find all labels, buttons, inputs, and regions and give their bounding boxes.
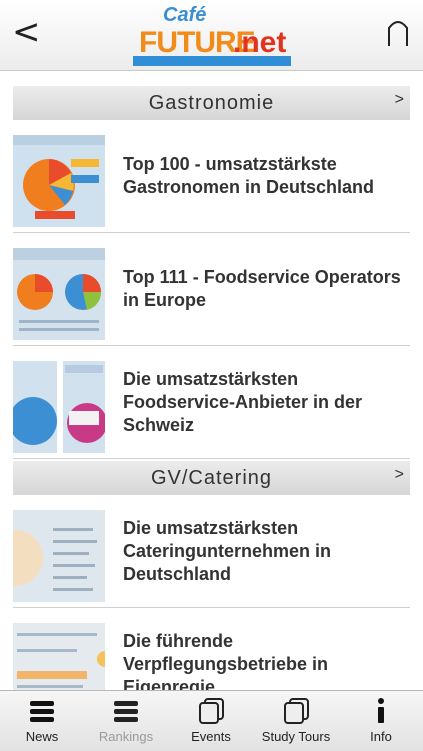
stack-icon (284, 698, 309, 724)
tab-label: Rankings (98, 729, 154, 744)
chevron-right-icon: > (394, 466, 404, 483)
item-title: Top 111 - Foodservice Operators in Europ… (123, 267, 401, 310)
tab-news[interactable]: News (0, 691, 84, 751)
rankings-list[interactable]: Gastronomie > Top 100 - umsatzstärkste G… (0, 70, 423, 690)
tab-info[interactable]: Info (339, 691, 423, 751)
item-title: Top 100 - umsatzstärkste Gastronomen in … (123, 154, 375, 197)
tab-label: Events (191, 729, 231, 744)
list-item[interactable]: Die führende Verpflegungsbetriebe in Eig… (13, 608, 410, 690)
logo-cafe-text: Café (163, 4, 207, 26)
section-title: Gastronomie (148, 92, 275, 114)
info-icon (378, 698, 384, 723)
list-item[interactable]: Top 111 - Foodservice Operators in Europ… (13, 233, 410, 346)
section-header-gastronomie[interactable]: Gastronomie > (13, 86, 410, 120)
section-header-gv-catering[interactable]: GV/Catering > (13, 461, 410, 495)
tab-label: Info (370, 729, 392, 744)
cafe-future-logo: Café FUTURE .net (133, 4, 291, 66)
section-title: GV/Catering (150, 467, 273, 489)
ranking-thumbnail (13, 361, 105, 453)
app-header: < Café FUTURE .net (0, 0, 423, 71)
list-icon (30, 701, 54, 722)
tab-events[interactable]: Events (169, 691, 253, 751)
item-title: Die umsatzstärksten Foodservice-Anbieter… (123, 368, 363, 435)
ranking-thumbnail (13, 510, 105, 602)
home-button[interactable] (387, 18, 409, 48)
ranking-thumbnail (13, 623, 105, 690)
item-title: Die führende Verpflegungsbetriebe in Eig… (123, 630, 329, 691)
logo-underline (133, 56, 291, 66)
chevron-right-icon: > (394, 91, 404, 108)
list-item[interactable]: Top 100 - umsatzstärkste Gastronomen in … (13, 120, 410, 233)
list-icon (114, 701, 138, 722)
list-item[interactable]: Die umsatzstärksten Cateringunternehmen … (13, 495, 410, 608)
stack-icon (199, 698, 224, 724)
ranking-thumbnail (13, 248, 105, 340)
item-title: Die umsatzstärksten Cateringunternehmen … (123, 517, 332, 584)
tab-study-tours[interactable]: Study Tours (254, 691, 338, 751)
ranking-thumbnail (13, 135, 105, 227)
tab-rankings[interactable]: Rankings (84, 691, 168, 751)
list-item[interactable]: Die umsatzstärksten Foodservice-Anbieter… (13, 346, 410, 459)
back-button[interactable]: < (12, 14, 42, 50)
tab-label: Study Tours (261, 729, 331, 744)
tab-label: News (25, 729, 59, 744)
logo-net-text: .net (233, 26, 287, 59)
home-icon (388, 21, 408, 46)
back-chevron-icon: < (12, 12, 41, 52)
tab-bar: News Rankings Events Study Tours Info (0, 690, 423, 751)
